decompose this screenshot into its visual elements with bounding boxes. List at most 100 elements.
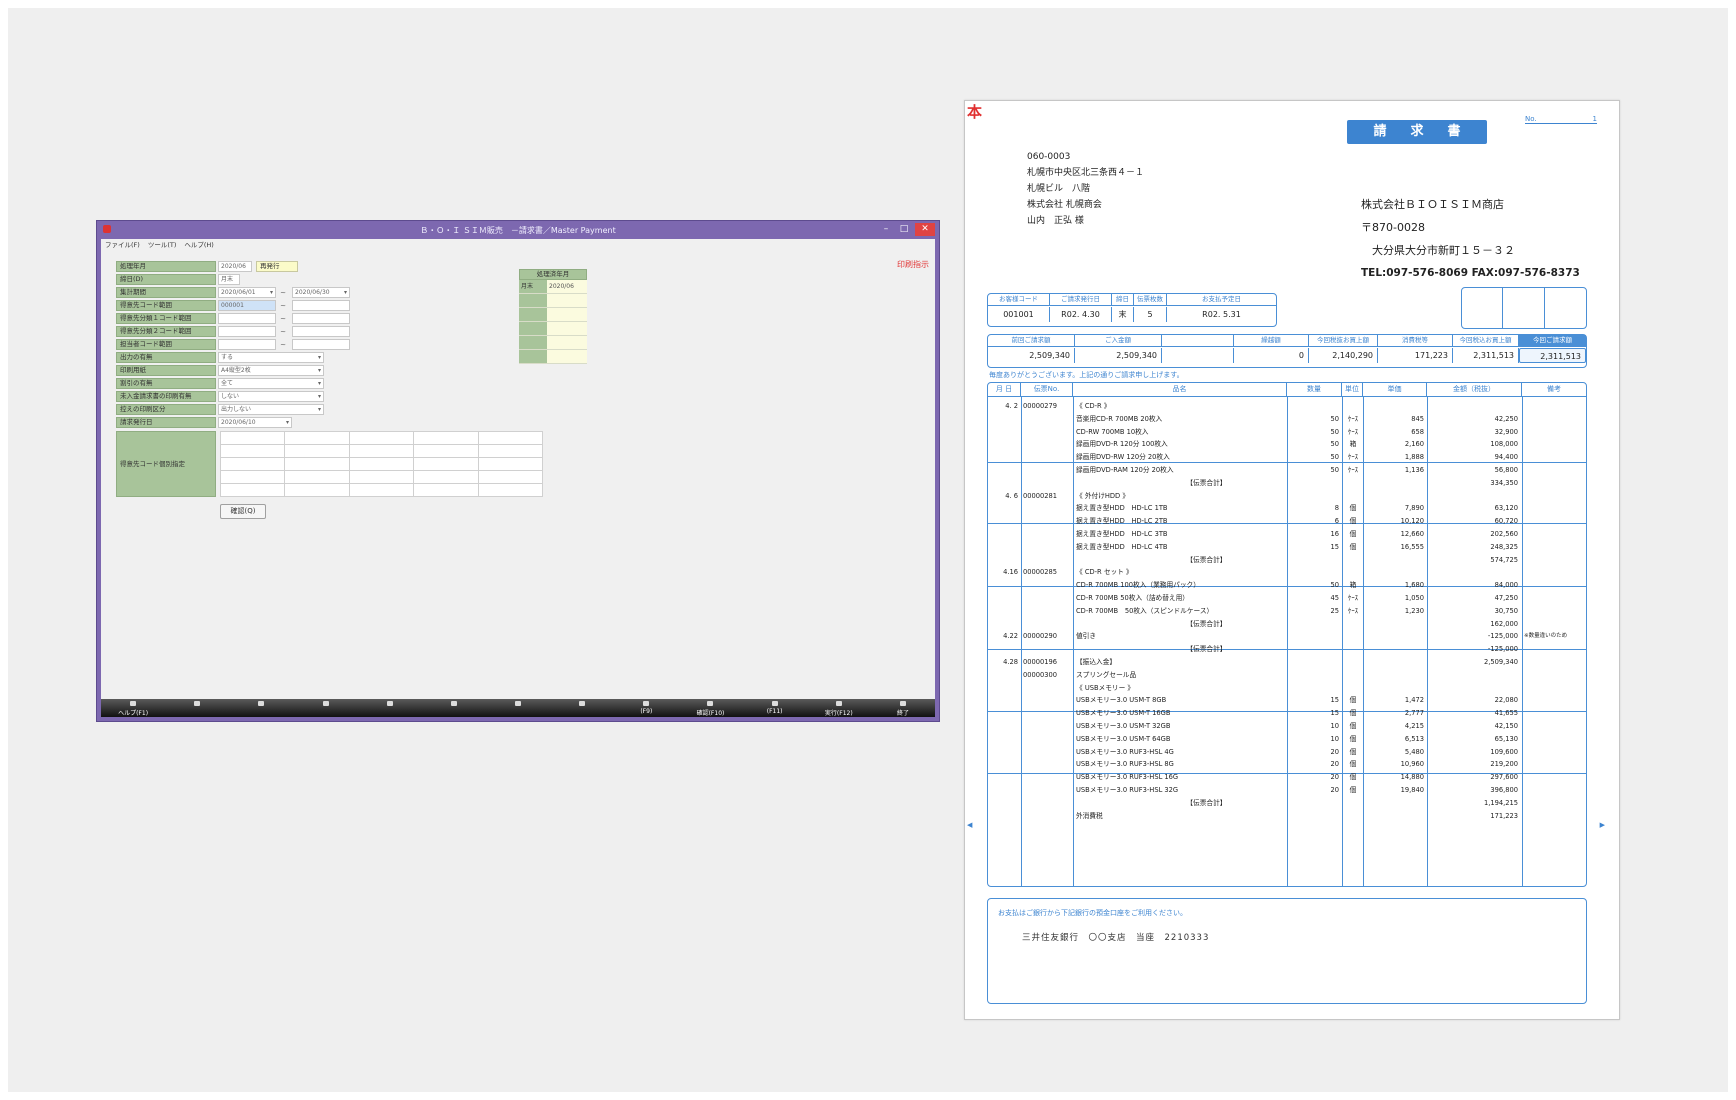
chevron-down-icon[interactable]: ▾ [318,366,321,375]
grid-cell[interactable] [285,432,349,444]
grid-cell[interactable] [221,445,285,457]
period-to-date[interactable]: 2020/06/30 ▾ [292,287,350,298]
detail-cell-qty: 20 [1330,786,1339,794]
confirm-button[interactable]: 確認(Q) [220,504,266,519]
chevron-down-icon[interactable]: ▾ [318,353,321,362]
closing-day-input[interactable]: 月末 [218,274,240,285]
menu-tools[interactable]: ツール(T) [148,239,177,251]
grid-cell[interactable] [221,458,285,470]
menu-file[interactable]: ファイル(F) [105,239,140,251]
grid-cell[interactable] [349,445,414,457]
grid-cell[interactable] [414,445,478,457]
detail-cell-name: 《 USBメモリー 》 [1076,683,1135,692]
grid-cell[interactable] [285,458,349,470]
billing-summary-table: 前回ご請求額 ご入金額 繰越額 今回税抜お買上額 消費税等 今回税込お買上額 今… [987,334,1587,368]
staff-to-input[interactable] [292,339,350,350]
grid-cell[interactable] [221,432,285,444]
window-title: Ｂ・Ｏ・Ｉ ＳＩＭ販売 －請求書／Master Payment [420,226,616,235]
customer-code-to-input[interactable] [292,300,350,311]
class1-from-input[interactable] [218,313,276,324]
detail-row: 音楽用CD-R 700MB 20枚入 50 ｹｰｽ 845 42,250 [988,413,1586,426]
grid-cell[interactable] [478,432,542,444]
detail-row: USBメモリー3.0 RUF3-HSL 4G 20 個 5,480 109,600 [988,746,1586,759]
minimize-icon[interactable]: – [877,223,895,236]
detail-row: 4. 2 00000279 《 CD-R 》 [988,400,1586,413]
detail-cell-price: 658 [1411,427,1424,436]
fkey-button[interactable] [358,699,422,717]
detail-cell-unit: 個 [1349,504,1357,513]
panel-row [519,336,587,350]
detail-cell-name: 録画用DVD-R 120分 100枚入 [1076,440,1168,449]
process-month-input[interactable]: 2020/06 [218,261,252,272]
fkey-button[interactable] [229,699,293,717]
chevron-down-icon[interactable]: ▾ [318,392,321,401]
class2-to-input[interactable] [292,326,350,337]
detail-body: 4. 2 00000279 《 CD-R 》音楽用CD-R 700MB 20枚入 50… [988,397,1586,886]
invoice-document: 本 請求書 No. 1 060-0003 札幌市中央区北三条西４－１ 札幌ビル 八… [964,100,1620,1020]
summary-value [1162,348,1234,363]
chevron-down-icon[interactable]: ▾ [318,405,321,414]
fkey-button[interactable] [293,699,357,717]
staff-from-input[interactable] [218,339,276,350]
grid-cell[interactable] [349,484,414,496]
range-tilde: ~ [280,327,286,336]
fkey-button[interactable] [550,699,614,717]
period-from-date[interactable]: 2020/06/01 ▾ [218,287,276,298]
grid-cell[interactable] [221,484,285,496]
grid-cell[interactable] [414,432,478,444]
fkey-button[interactable] [422,699,486,717]
fkey-button[interactable] [486,699,550,717]
detail-cell-qty: 8 [1334,504,1339,513]
issue-date-input[interactable]: 2020/06/10 ▾ [218,417,292,428]
grid-cell[interactable] [285,445,349,457]
maximize-icon[interactable]: □ [895,223,913,236]
grid-cell[interactable] [414,484,478,496]
detail-row: 据え置き型HDD HD-LC 1TB 8 個 7,890 63,120 [988,502,1586,515]
panel-row [519,308,587,322]
detail-cell-price: 1,472 [1404,696,1424,705]
unpaid-select[interactable]: しない ▾ [218,391,324,402]
menu-help[interactable]: ヘルプ(H) [184,239,213,251]
fkey-button[interactable]: 実行(F12) [807,699,871,717]
fkey-button[interactable]: 確認(F10) [678,699,742,717]
paper-select[interactable]: A4縦型2枚 ▾ [218,365,324,376]
detail-cell-amt: 574,725 [1490,555,1518,564]
grid-cell[interactable] [414,471,478,483]
output-select[interactable]: する ▾ [218,352,324,363]
grid-cell[interactable] [285,471,349,483]
grid-cell[interactable] [349,458,414,470]
grid-cell[interactable] [478,484,542,496]
fkey-button[interactable]: (F9) [614,699,678,717]
calendar-dropdown-icon[interactable]: ▾ [270,288,273,297]
grid-cell[interactable] [478,471,542,483]
close-icon[interactable]: ✕ [915,223,935,236]
grid-cell[interactable] [478,458,542,470]
fkey-button[interactable]: 終了 [871,699,935,717]
grid-cell[interactable] [221,471,285,483]
detail-cell-amt: 108,000 [1490,440,1518,449]
title-bar[interactable]: Ｂ・Ｏ・Ｉ ＳＩＭ販売 －請求書／Master Payment – □ ✕ [97,221,939,239]
calendar-dropdown-icon[interactable]: ▾ [344,288,347,297]
fkey-button[interactable]: (F11) [743,699,807,717]
multi-customer-grid[interactable] [220,431,543,497]
info-value: 001001 [988,307,1050,322]
grid-cell[interactable] [414,458,478,470]
field-label: 得意先分類１コード範囲 [116,313,216,324]
discount-select[interactable]: 全て ▾ [218,378,324,389]
class1-to-input[interactable] [292,313,350,324]
customer-code-from-input[interactable]: 000001 [218,300,276,311]
copy-select[interactable]: 出力しない ▾ [218,404,324,415]
chevron-down-icon[interactable]: ▾ [318,379,321,388]
fkey-button[interactable] [165,699,229,717]
grid-cell[interactable] [285,484,349,496]
grid-cell[interactable] [349,471,414,483]
detail-cell-amt: 248,325 [1490,542,1518,551]
fkey-button[interactable]: ヘルプ(F1) [101,699,165,717]
grid-cell[interactable] [478,445,542,457]
calendar-dropdown-icon[interactable]: ▾ [286,418,289,427]
detail-row: 4. 6 00000281 《 外付けHDD 》 [988,490,1586,503]
summary-value: 171,223 [1378,348,1453,363]
grid-cell[interactable] [349,432,414,444]
detail-row: USBメモリー3.0 RUF3-HSL 32G 20 個 19,840 396,800 [988,784,1586,797]
class2-from-input[interactable] [218,326,276,337]
